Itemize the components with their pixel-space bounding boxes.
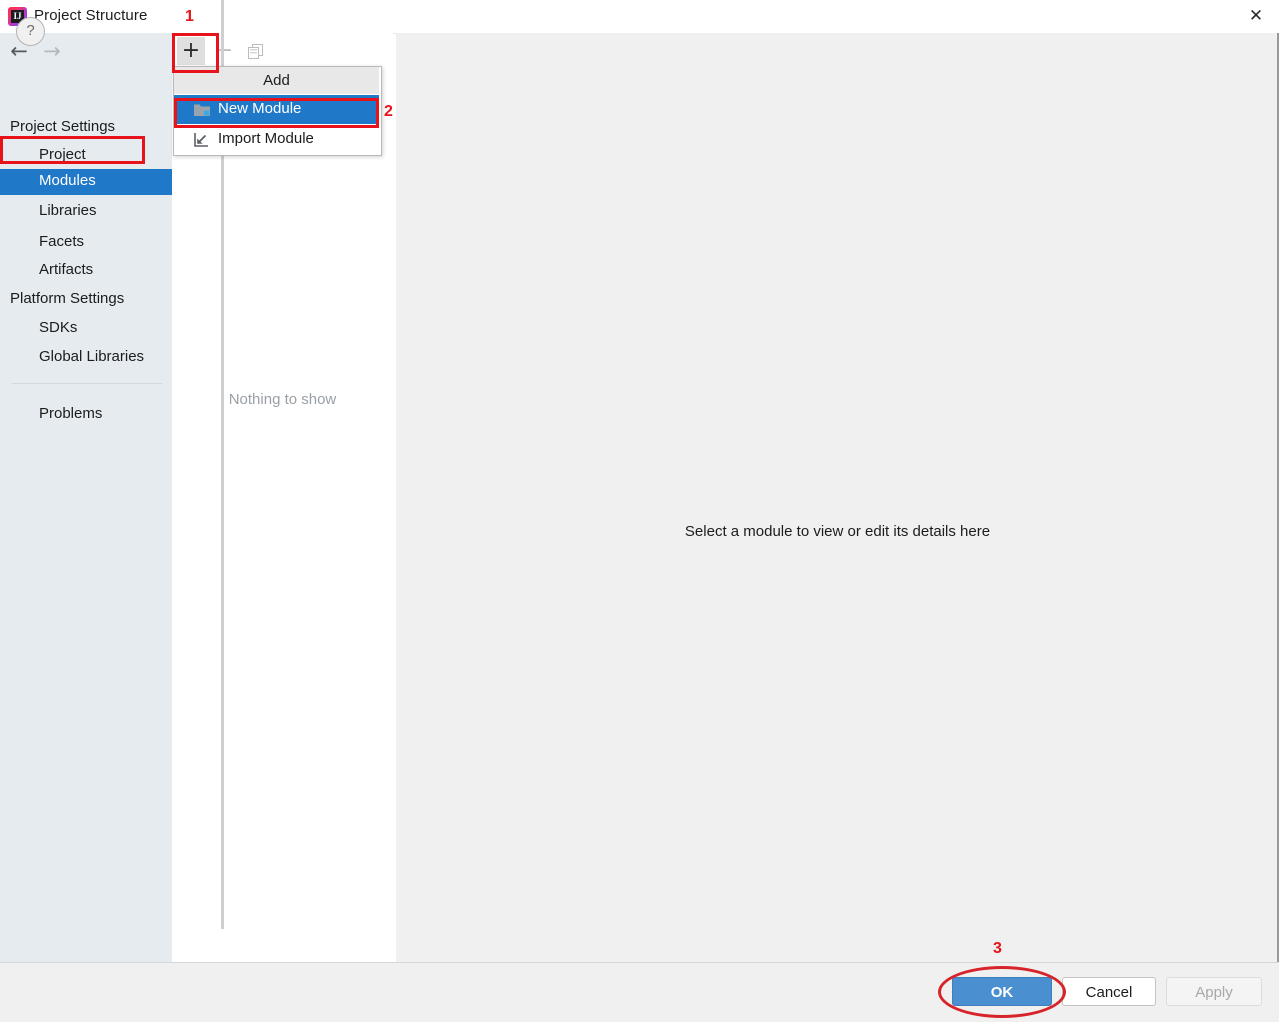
sidebar-item-label: Modules	[39, 172, 96, 189]
sidebar-item-label: SDKs	[39, 319, 77, 336]
detail-empty-message: Select a module to view or edit its deta…	[396, 523, 1279, 540]
cancel-button[interactable]: Cancel	[1062, 977, 1156, 1006]
sidebar-item-libraries[interactable]: Libraries	[0, 199, 172, 225]
close-icon[interactable]: ✕	[1233, 0, 1279, 33]
settings-sidebar: ← → Project Settings Platform Settings P…	[0, 33, 172, 962]
sidebar-item-modules[interactable]: Modules	[0, 169, 172, 195]
menu-header-add: Add	[174, 67, 379, 94]
sidebar-item-label: Artifacts	[39, 261, 93, 278]
add-popup-menu: Add New Module Import Module	[173, 66, 382, 156]
menu-item-new-module[interactable]: New Module	[174, 95, 379, 124]
help-icon[interactable]: ?	[16, 17, 45, 46]
import-module-arrow-icon	[193, 131, 211, 148]
sidebar-item-sdks[interactable]: SDKs	[0, 316, 172, 342]
sidebar-item-label: Global Libraries	[39, 348, 144, 365]
menu-item-import-module[interactable]: Import Module	[174, 125, 379, 154]
sidebar-item-label: Project	[39, 146, 86, 163]
menu-item-label: Import Module	[218, 130, 314, 147]
copy-glyph	[248, 44, 264, 59]
sidebar-item-global-libraries[interactable]: Global Libraries	[0, 345, 172, 371]
sidebar-item-label: Problems	[39, 405, 102, 422]
sidebar-item-facets[interactable]: Facets	[0, 230, 172, 256]
sidebar-item-project[interactable]: Project	[0, 143, 172, 169]
sidebar-group-platform-settings: Platform Settings	[10, 290, 124, 307]
sidebar-item-label: Libraries	[39, 202, 97, 219]
sidebar-item-label: Facets	[39, 233, 84, 250]
forward-arrow-icon[interactable]: →	[38, 38, 66, 64]
modules-toolbar: + −	[172, 33, 393, 69]
menu-item-label: New Module	[218, 100, 301, 117]
remove-toolbar-button[interactable]: −	[210, 37, 238, 65]
sidebar-divider	[12, 383, 162, 384]
modules-list-panel: + − Nothing to show	[172, 33, 393, 962]
copy-icon[interactable]	[242, 37, 270, 65]
add-toolbar-button[interactable]: +	[177, 37, 205, 65]
window-title-bar: IJ Project Structure ✕	[0, 0, 1279, 34]
sidebar-item-artifacts[interactable]: Artifacts	[0, 258, 172, 284]
sidebar-group-project-settings: Project Settings	[10, 118, 115, 135]
empty-list-message: Nothing to show	[172, 391, 393, 408]
new-module-folder-icon	[193, 101, 211, 118]
apply-button[interactable]: Apply	[1166, 977, 1262, 1006]
page-title: Project Structure	[34, 7, 147, 24]
module-detail-panel: Select a module to view or edit its deta…	[396, 33, 1279, 962]
sidebar-item-problems[interactable]: Problems	[0, 402, 172, 428]
ok-button[interactable]: OK	[952, 977, 1052, 1006]
